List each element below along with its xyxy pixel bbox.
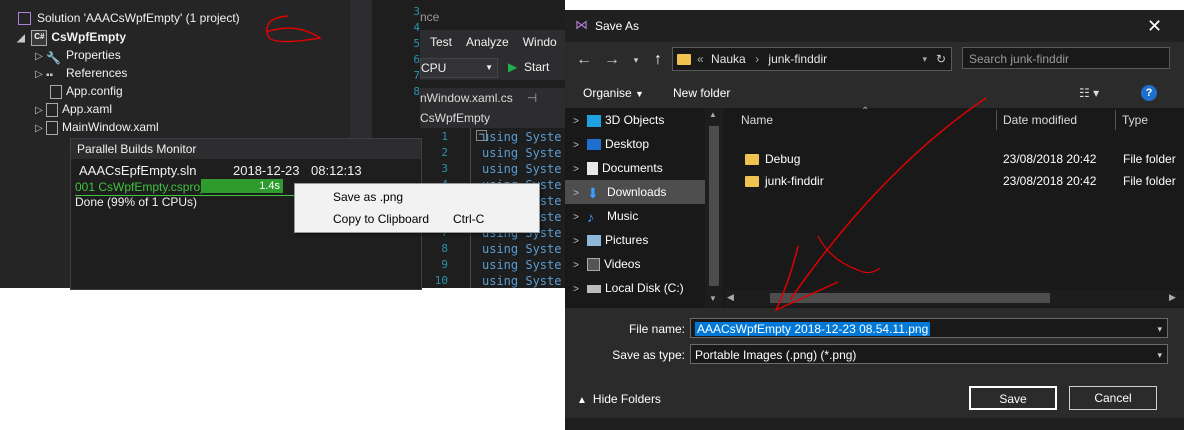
annotation-overlay [265,15,987,312]
arrow-squiggle-annotation [817,235,881,274]
arrow-annotation-solution [265,15,322,43]
arrow-annotation-filename [789,97,987,301]
arrowhead-annotation [774,245,839,312]
